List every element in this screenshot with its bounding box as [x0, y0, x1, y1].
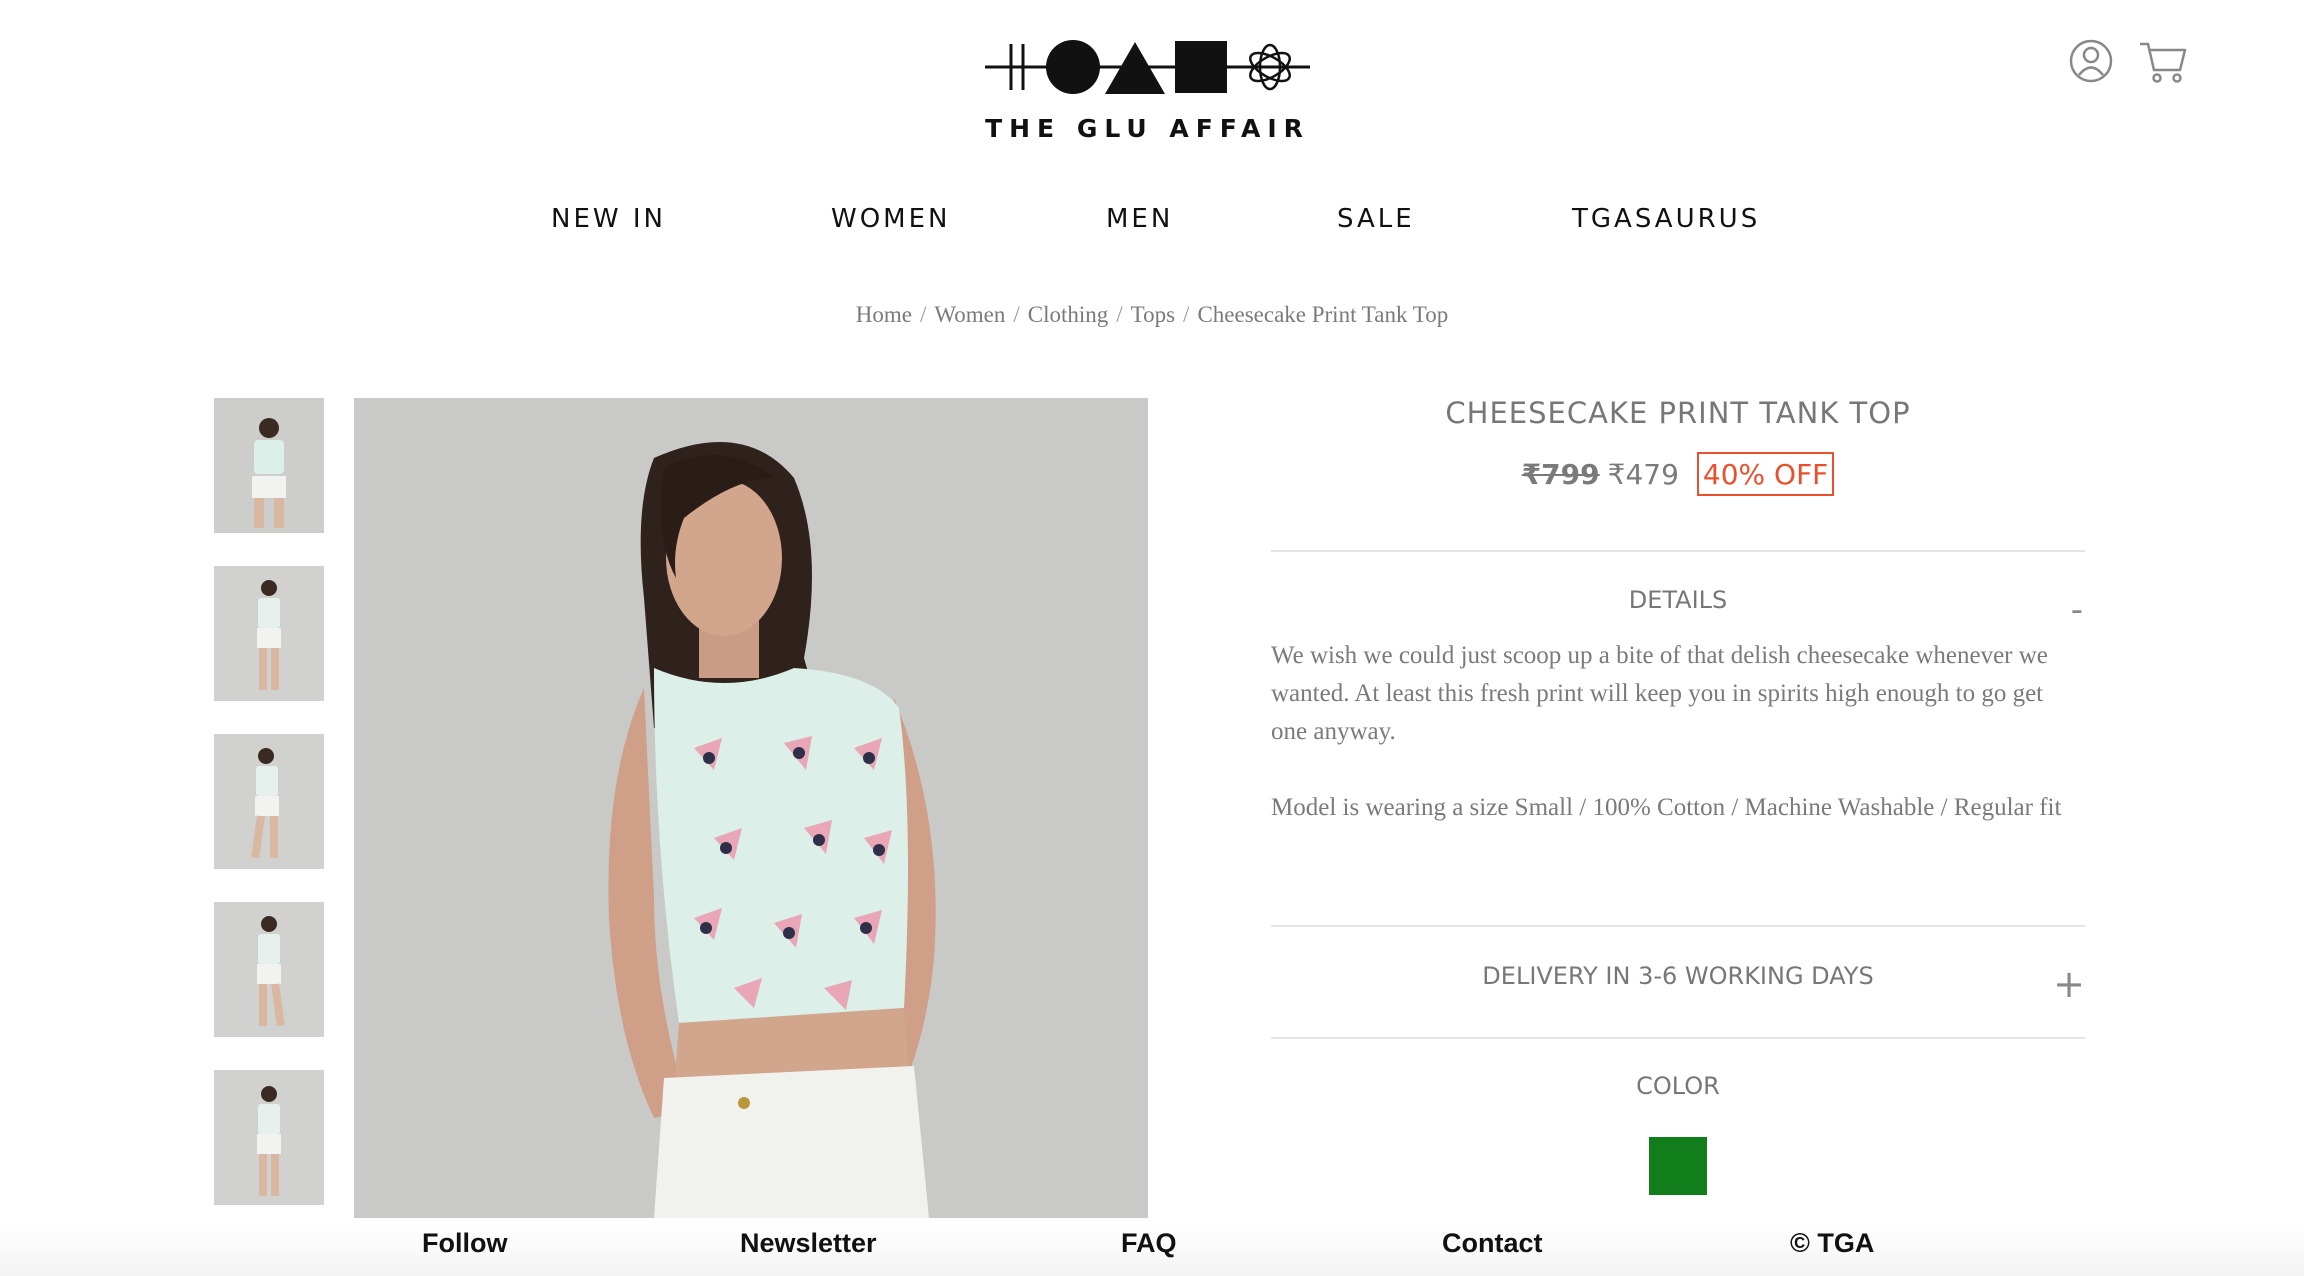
footer-faq-link[interactable]: FAQ	[1121, 1228, 1177, 1259]
footer-copyright: © TGA	[1790, 1228, 1875, 1258]
delivery-header[interactable]: DELIVERY IN 3-6 WORKING DAYS	[1271, 962, 2085, 990]
breadcrumb-separator: /	[1116, 302, 1123, 327]
product-description: We wish we could just scoop up a bite of…	[1271, 642, 2048, 745]
product-main-image[interactable]	[354, 398, 1148, 1218]
thumbnail-1[interactable]	[214, 398, 324, 533]
footer-contact-link[interactable]: Contact	[1442, 1228, 1543, 1259]
breadcrumb-home[interactable]: Home	[856, 302, 912, 327]
price-row: ₹799 ₹479 40% OFF	[1271, 452, 2085, 496]
breadcrumb: Home / Women / Clothing / Tops / Cheesecake Prin…	[0, 302, 2304, 328]
main-nav: NEW IN WOMEN MEN SALE TGASAURUS	[0, 204, 2304, 244]
color-label: COLOR	[1636, 1072, 1720, 1100]
divider	[1271, 550, 2085, 552]
nav-item-tgasaurus[interactable]: TGASAURUS	[1572, 204, 1760, 234]
tga-logo-icon	[985, 40, 1310, 94]
divider	[1271, 1037, 2085, 1039]
nav-item-new-in[interactable]: NEW IN	[551, 204, 666, 234]
product-title: CHEESECAKE PRINT TANK TOP	[1445, 396, 1911, 430]
footer-follow-link[interactable]: Follow	[422, 1228, 507, 1259]
user-account-icon[interactable]	[2068, 38, 2114, 84]
thumbnail-3[interactable]	[214, 734, 324, 869]
footer-bar: Follow Newsletter FAQ Contact © TGA	[0, 1222, 2304, 1276]
nav-item-sale[interactable]: SALE	[1337, 204, 1415, 234]
original-price: ₹799	[1521, 458, 1600, 491]
breadcrumb-tops[interactable]: Tops	[1131, 302, 1175, 327]
breadcrumb-clothing[interactable]: Clothing	[1028, 302, 1109, 327]
delivery-expand-toggle[interactable]: +	[2053, 962, 2085, 1006]
nav-item-men[interactable]: MEN	[1106, 204, 1173, 234]
divider	[1271, 925, 2085, 927]
brand-name: THE GLU AFFAIR	[985, 114, 1310, 143]
nav-item-women[interactable]: WOMEN	[831, 204, 950, 234]
shopping-cart-icon[interactable]	[2138, 38, 2188, 84]
breadcrumb-current: Cheesecake Print Tank Top	[1197, 302, 1449, 327]
breadcrumb-separator: /	[1013, 302, 1020, 327]
breadcrumb-separator: /	[919, 302, 927, 327]
details-header[interactable]: DETAILS	[1271, 586, 2085, 614]
sale-price: ₹479	[1607, 458, 1679, 491]
footer-newsletter-link[interactable]: Newsletter	[740, 1228, 877, 1259]
product-specs: Model is wearing a size Small / 100% Cot…	[1271, 794, 2062, 821]
details-collapse-toggle[interactable]: -	[2071, 590, 2083, 630]
color-swatch-green[interactable]	[1649, 1137, 1707, 1195]
thumbnail-4[interactable]	[214, 902, 324, 1037]
header-actions	[2068, 36, 2188, 86]
thumbnail-2[interactable]	[214, 566, 324, 701]
brand-logo[interactable]: THE GLU AFFAIR	[985, 36, 1310, 146]
discount-badge: 40% OFF	[1696, 452, 1835, 496]
breadcrumb-women[interactable]: Women	[934, 302, 1005, 327]
breadcrumb-separator: /	[1183, 302, 1190, 327]
thumbnail-5[interactable]	[214, 1070, 324, 1205]
model-photo	[354, 398, 1148, 1218]
